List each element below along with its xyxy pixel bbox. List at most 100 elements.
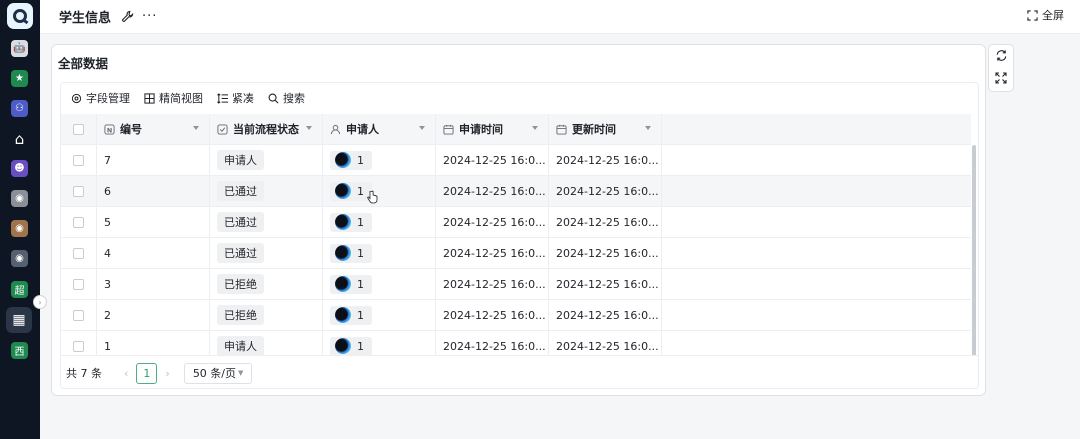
search-icon: [268, 93, 279, 103]
column-header-status[interactable]: 当前流程状态: [210, 114, 323, 144]
refresh-icon[interactable]: [995, 49, 1008, 65]
row-checkbox[interactable]: [61, 176, 97, 206]
prev-page-button[interactable]: ‹: [124, 367, 128, 380]
row-checkbox[interactable]: [61, 207, 97, 237]
cell-id[interactable]: 2: [97, 300, 210, 330]
search-button[interactable]: 搜索: [268, 90, 305, 106]
cell-apply-time[interactable]: 2024-12-25 16:0...: [436, 176, 549, 206]
user-tag[interactable]: 1: [330, 274, 372, 294]
cell-applicant[interactable]: 1: [323, 300, 436, 330]
more-icon[interactable]: ···: [142, 9, 157, 24]
robot-icon[interactable]: 🤖: [11, 40, 28, 57]
cell-empty: [662, 145, 971, 175]
table-row[interactable]: 7 申请人 1 2024-12-25 16:0... 2024-12-25 16:0..…: [61, 145, 971, 176]
row-checkbox[interactable]: [61, 300, 97, 330]
apps-grid-icon[interactable]: ▦: [6, 307, 32, 333]
field-manage-button[interactable]: 字段管理: [71, 90, 130, 106]
super-app-icon[interactable]: 超: [11, 281, 28, 298]
column-header-id[interactable]: N 编号: [97, 114, 210, 144]
team-icon[interactable]: ⚇: [11, 100, 28, 117]
row-checkbox[interactable]: [61, 238, 97, 268]
cell-apply-time[interactable]: 2024-12-25 16:0...: [436, 238, 549, 268]
cell-status[interactable]: 申请人: [210, 145, 323, 175]
table-row[interactable]: 4 已通过 1 2024-12-25 16:0... 2024-12-25 16:0..…: [61, 238, 971, 269]
star-icon[interactable]: ★: [11, 70, 28, 87]
sidebar-collapse-button[interactable]: ›: [33, 295, 47, 309]
simple-view-button[interactable]: 精简视图: [144, 90, 203, 106]
user-tag[interactable]: 1: [330, 212, 372, 232]
current-page-button[interactable]: 1: [136, 362, 158, 384]
next-page-button[interactable]: ›: [165, 367, 169, 380]
user-tag[interactable]: 1: [330, 150, 372, 170]
cell-empty: [662, 176, 971, 206]
cell-update-time[interactable]: 2024-12-25 16:0...: [549, 269, 662, 299]
cell-status[interactable]: 已拒绝: [210, 300, 323, 330]
cell-apply-time[interactable]: 2024-12-25 16:0...: [436, 300, 549, 330]
avatar-app-icon-1[interactable]: ◉: [11, 190, 28, 207]
cell-applicant[interactable]: 1: [323, 269, 436, 299]
cell-update-time[interactable]: 2024-12-25 16:0...: [549, 238, 662, 268]
avatar-app-icon-2[interactable]: ◉: [11, 220, 28, 237]
home-icon[interactable]: ⌂: [11, 130, 28, 148]
number-field-icon: N: [104, 123, 115, 135]
app-purple-icon[interactable]: ☻: [11, 160, 28, 177]
row-height-icon: [217, 92, 228, 104]
user-field-icon: [330, 124, 341, 135]
expand-icon[interactable]: [995, 72, 1007, 87]
column-header-update-time[interactable]: 更新时间: [549, 114, 662, 144]
wrench-icon[interactable]: [121, 10, 134, 23]
date-field-icon: [443, 124, 454, 135]
top-bar: 学生信息 ··· 全屏: [40, 0, 1080, 34]
table-row[interactable]: 5 已通过 1 2024-12-25 16:0... 2024-12-25 16:0..…: [61, 207, 971, 238]
cell-apply-time[interactable]: 2024-12-25 16:0...: [436, 207, 549, 237]
svg-text:N: N: [107, 126, 112, 134]
cell-update-time[interactable]: 2024-12-25 16:0...: [549, 207, 662, 237]
cell-status[interactable]: 已通过: [210, 207, 323, 237]
cell-status[interactable]: 已通过: [210, 238, 323, 268]
west-app-icon[interactable]: 西: [11, 342, 28, 359]
fullscreen-button[interactable]: 全屏: [1027, 7, 1064, 23]
avatar: [335, 338, 351, 354]
user-tag[interactable]: 1: [330, 305, 372, 325]
cell-id[interactable]: 5: [97, 207, 210, 237]
column-header-applicant[interactable]: 申请人: [323, 114, 436, 144]
compact-button[interactable]: 紧凑: [217, 90, 254, 106]
status-badge: 申请人: [217, 150, 264, 170]
user-tag[interactable]: 1: [330, 336, 372, 356]
vertical-scrollbar[interactable]: [972, 145, 976, 370]
avatar-app-icon-3[interactable]: ◉: [11, 250, 28, 267]
cell-status[interactable]: 已拒绝: [210, 269, 323, 299]
user-tag[interactable]: 1: [330, 243, 372, 263]
cell-status[interactable]: 已通过: [210, 176, 323, 206]
cell-applicant[interactable]: 1: [323, 207, 436, 237]
hand-cursor-icon: [366, 190, 378, 207]
cell-apply-time[interactable]: 2024-12-25 16:0...: [436, 145, 549, 175]
select-all-checkbox[interactable]: [61, 114, 97, 144]
table-row[interactable]: 2 已拒绝 1 2024-12-25 16:0... 2024-12-25 16:0..…: [61, 300, 971, 331]
table-row[interactable]: 6 已通过 1 2024-12-25 16:0... 2024-12-25 16:0..…: [61, 176, 971, 207]
page-title: 学生信息: [59, 11, 112, 26]
app-logo[interactable]: [7, 3, 33, 29]
table-row[interactable]: 3 已拒绝 1 2024-12-25 16:0... 2024-12-25 16:0..…: [61, 269, 971, 300]
page-size-select[interactable]: 50 条/页 ▼: [183, 362, 253, 384]
cell-apply-time[interactable]: 2024-12-25 16:0...: [436, 269, 549, 299]
cell-applicant[interactable]: 1: [323, 238, 436, 268]
avatar: [335, 214, 351, 230]
row-checkbox[interactable]: [61, 269, 97, 299]
date-field-icon: [556, 124, 567, 135]
row-checkbox[interactable]: [61, 145, 97, 175]
cell-applicant[interactable]: 1: [323, 176, 436, 206]
cell-update-time[interactable]: 2024-12-25 16:0...: [549, 176, 662, 206]
cell-applicant[interactable]: 1: [323, 145, 436, 175]
cell-id[interactable]: 6: [97, 176, 210, 206]
avatar: [335, 152, 351, 168]
cell-id[interactable]: 3: [97, 269, 210, 299]
cell-update-time[interactable]: 2024-12-25 16:0...: [549, 145, 662, 175]
table-header: N 编号 当前流程状态 申请人 申请时间 更新时间: [61, 114, 971, 145]
pagination: 共 7 条 ‹ 1 › 50 条/页 ▼: [61, 355, 978, 388]
cell-update-time[interactable]: 2024-12-25 16:0...: [549, 300, 662, 330]
cell-id[interactable]: 4: [97, 238, 210, 268]
column-header-apply-time[interactable]: 申请时间: [436, 114, 549, 144]
avatar: [335, 276, 351, 292]
cell-id[interactable]: 7: [97, 145, 210, 175]
